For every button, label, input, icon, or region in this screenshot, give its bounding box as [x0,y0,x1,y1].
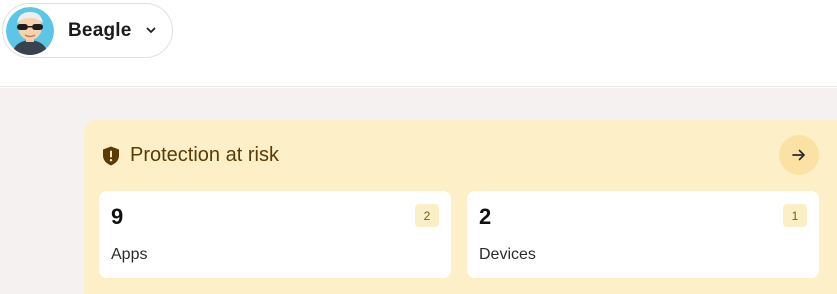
risk-card-header: Protection at risk [102,144,279,167]
apps-badge: 2 [415,204,439,227]
devices-count: 2 [479,204,492,229]
shield-alert-icon [103,146,119,165]
account-name: Beagle [68,19,132,41]
protection-risk-card: Protection at risk 9 2 Apps 2 1 Devices [84,120,837,294]
account-switcher[interactable]: Beagle [2,3,173,58]
apps-tile[interactable]: 9 2 Apps [99,191,451,278]
main-content: Protection at risk 9 2 Apps 2 1 Devices [0,88,837,294]
avatar [6,6,54,55]
devices-tile[interactable]: 2 1 Devices [467,191,819,278]
apps-label: Apps [111,246,148,263]
devices-label: Devices [479,246,536,263]
arrow-right-icon [792,149,805,161]
chevron-down-icon [146,27,156,34]
top-bar: Beagle [0,0,837,87]
risk-card-title: Protection at risk [130,144,279,166]
open-protection-button[interactable] [779,135,819,175]
apps-count: 9 [111,204,124,229]
devices-badge: 1 [783,204,807,227]
